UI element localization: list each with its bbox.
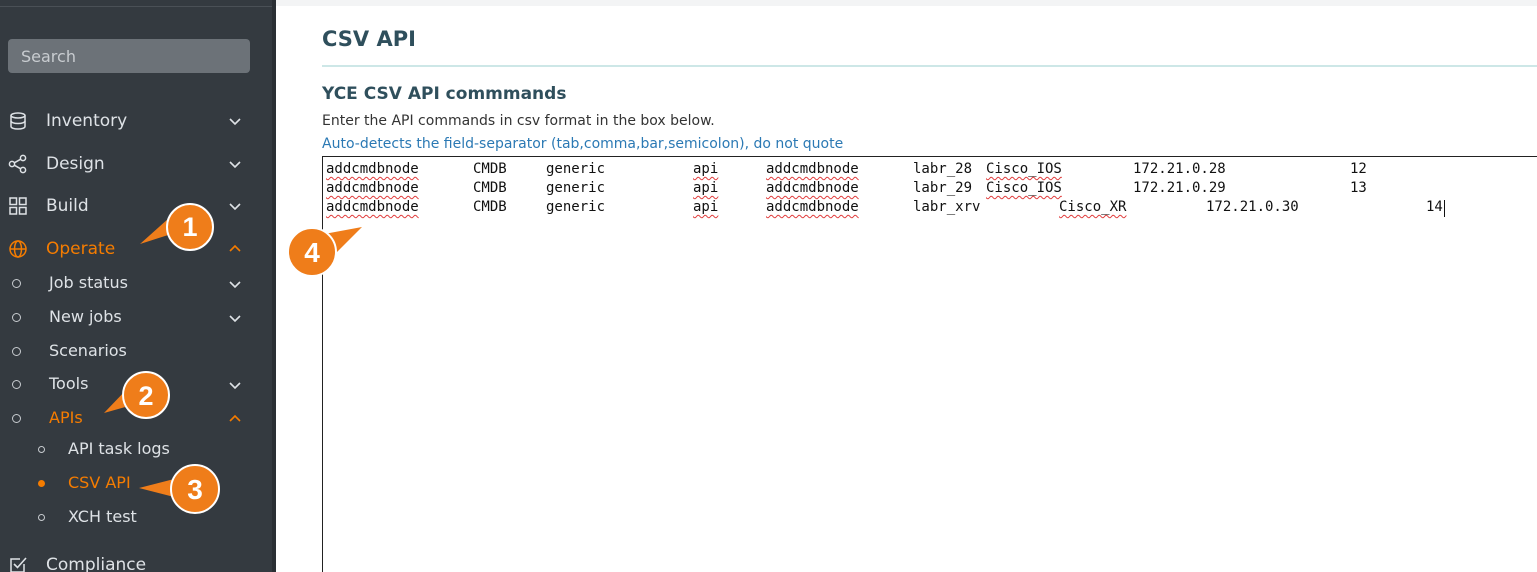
sidebar-item-label: Compliance [46,555,147,572]
csv-cell: CMDB [473,161,507,177]
callout-1-badge: 1 [140,203,214,251]
sidebar-top-divider [0,6,272,7]
csv-cell: addcmdbnode [326,180,419,196]
chevron-up-icon [229,244,241,252]
callout-2: 2 [103,369,175,423]
search-input[interactable] [8,39,250,73]
sidebar-item-label: Design [46,154,105,174]
csv-cell: addcmdbnode [766,161,859,177]
sidebar-item-operate[interactable]: Operate [0,232,272,266]
sidebar-item-label: Build [46,196,89,216]
sidebar-item-label: New jobs [49,307,122,326]
sidebar-edge [272,0,276,572]
bullet-icon [12,347,21,356]
sidebar-item-label: Job status [49,273,128,292]
csv-command-textarea[interactable]: addcmdbnode CMDB generic api addcmdbnode labr… [322,156,1537,572]
chevron-down-icon [229,203,241,211]
callout-3-number: 3 [187,474,203,505]
chevron-down-icon [229,382,241,390]
sidebar-item-build[interactable]: Build [0,189,272,223]
sidebar-item-csv-api[interactable]: CSV API [0,468,272,498]
csv-cell: Cisco_XR [1059,199,1127,215]
sidebar-item-label: Tools [49,374,89,393]
sidebar-item-label: CSV API [68,473,131,492]
share-nodes-icon [8,154,27,174]
callout-1-number: 1 [182,212,197,242]
csv-cell: addcmdbnode [766,199,859,215]
instruction-text: Enter the API commands in csv format in … [322,113,715,129]
sidebar-item-compliance[interactable]: Compliance [0,548,272,572]
chevron-down-icon [229,315,241,323]
title-divider [322,65,1537,67]
csv-cell: Cisco_IOS [986,180,1062,196]
bullet-icon [38,480,45,487]
csv-cell: generic [546,161,606,177]
csv-cell: 14 [1426,199,1443,215]
callout-3-badge: 3 [139,464,220,514]
page-title: CSV API [322,27,416,51]
csv-cell: api [693,180,719,196]
bullet-icon [38,514,45,521]
csv-cell: 12 [1350,161,1367,177]
callout-4: 4 [284,225,370,285]
sidebar-item-new-jobs[interactable]: New jobs [0,302,272,332]
chevron-down-icon [229,161,241,169]
csv-cell: 172.21.0.29 [1133,180,1226,196]
checkbox-icon [10,557,27,572]
bullet-icon [12,414,21,423]
hint-text: Auto-detects the field-separator (tab,co… [322,136,844,152]
sidebar-item-label: Operate [46,239,116,259]
callout-4-number: 4 [304,237,320,268]
bullet-icon [38,446,45,453]
sidebar-item-label: APIs [49,408,83,427]
csv-cell: 172.21.0.28 [1133,161,1226,177]
csv-cell: labr_29 [913,180,973,196]
csv-cell: generic [546,199,606,215]
csv-cell: generic [546,180,606,196]
csv-cell: addcmdbnode [326,161,419,177]
section-title: YCE CSV API commmands [322,84,567,104]
sidebar-item-xch-test[interactable]: XCH test [0,502,272,532]
database-icon [10,112,26,130]
callout-1: 1 [138,198,218,252]
callout-4-badge: 4 [287,227,362,277]
callout-2-badge: 2 [104,371,170,419]
csv-cell: api [693,199,719,215]
csv-cell: addcmdbnode [326,199,419,215]
csv-cell: labr_28 [913,161,973,177]
bullet-icon [12,380,21,389]
bullet-icon [12,279,21,288]
grid-icon [9,197,27,215]
csv-cell: api [693,161,719,177]
top-bar [276,0,1537,6]
sidebar-item-api-task-logs[interactable]: API task logs [0,434,272,464]
csv-cell: Cisco_IOS [986,161,1062,177]
csv-cell: 172.21.0.30 [1206,199,1299,215]
callout-3: 3 [138,464,224,520]
sidebar-item-label: Inventory [46,111,128,131]
sidebar-item-scenarios[interactable]: Scenarios [0,336,272,366]
text-caret [1444,200,1445,217]
sidebar-item-inventory[interactable]: Inventory [0,104,272,138]
csv-cell: addcmdbnode [766,180,859,196]
callout-2-number: 2 [138,381,153,411]
bullet-icon [12,313,21,322]
chevron-down-icon [229,118,241,126]
sidebar-item-job-status[interactable]: Job status [0,268,272,298]
csv-cell: CMDB [473,180,507,196]
sidebar-item-label: Scenarios [49,341,127,360]
sidebar-item-design[interactable]: Design [0,147,272,181]
csv-cell: CMDB [473,199,507,215]
chevron-down-icon [229,281,241,289]
csv-cell: labr_xrv [913,199,981,215]
sidebar-item-label: API task logs [68,439,170,458]
chevron-up-icon [229,414,241,422]
globe-icon [9,240,27,258]
csv-cell: 13 [1350,180,1367,196]
sidebar-item-label: XCH test [68,507,137,526]
